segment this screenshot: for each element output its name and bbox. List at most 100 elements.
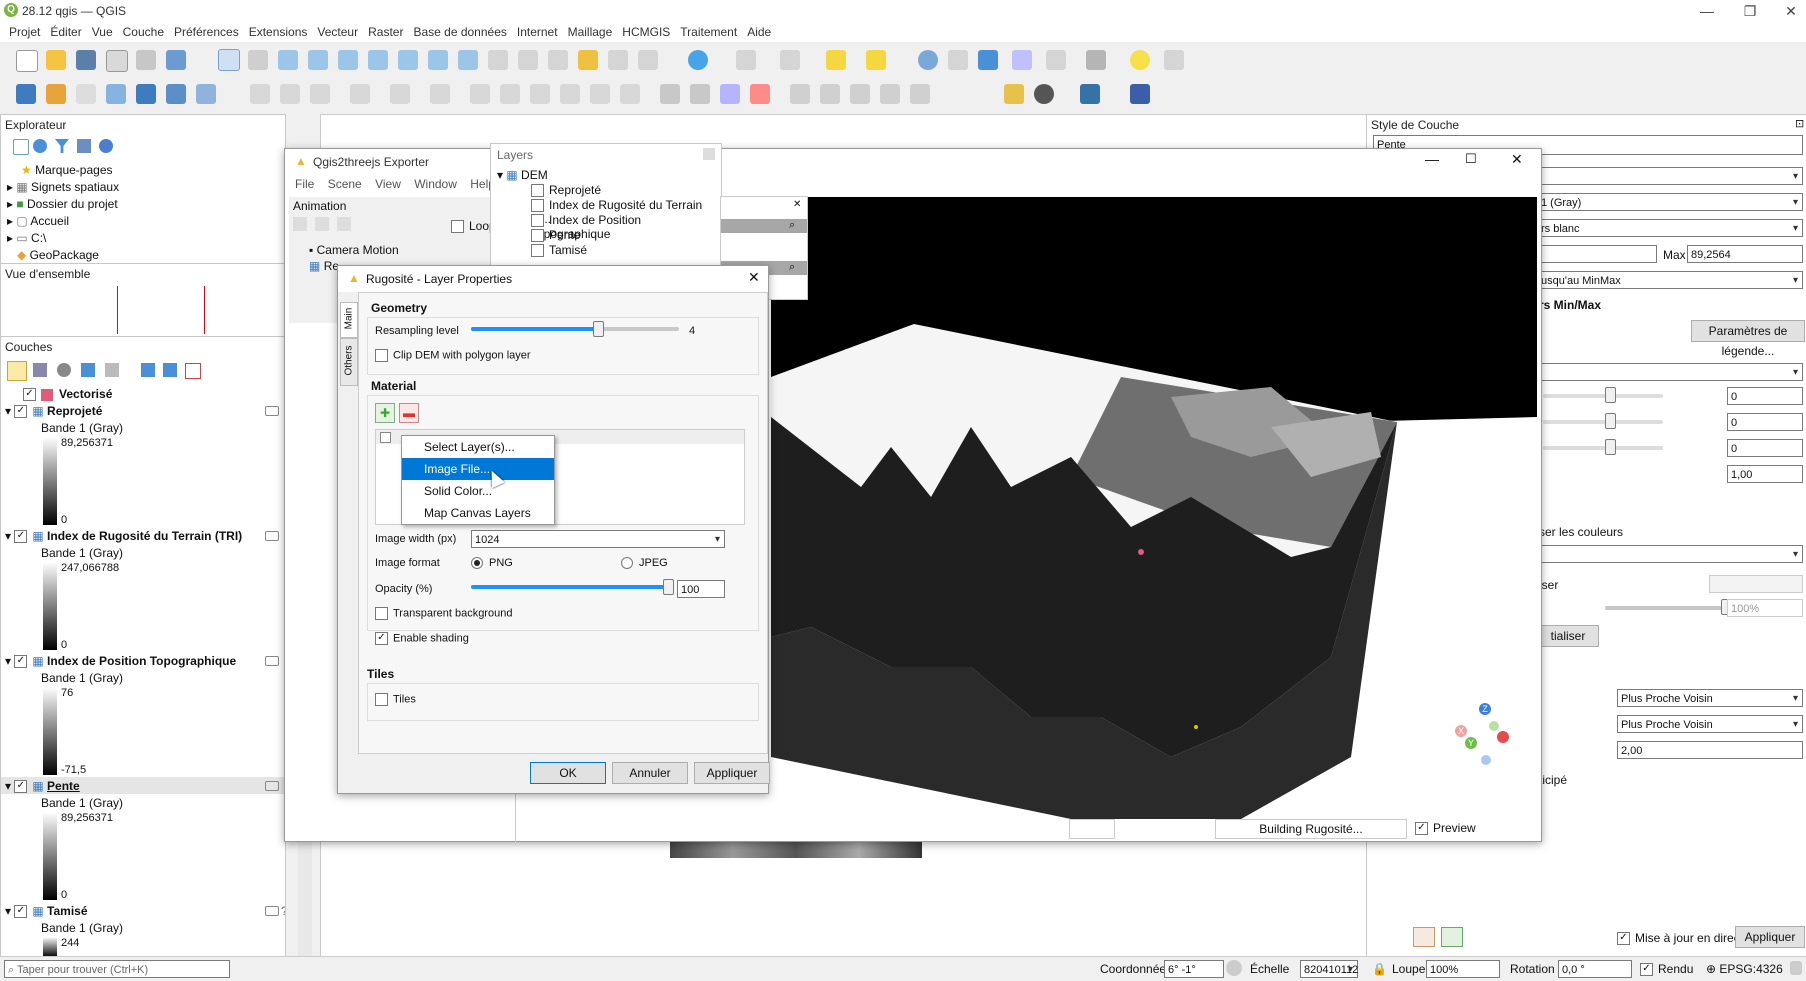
add-material-icon[interactable]: ✚ xyxy=(375,403,395,423)
copy-icon[interactable] xyxy=(530,84,550,104)
zoom-out-icon[interactable] xyxy=(308,50,328,70)
close-icon[interactable]: ✕ xyxy=(1511,151,1523,168)
zoom-out-resampling-combo[interactable]: Plus Proche Voisin xyxy=(1617,715,1803,734)
gamma-spin[interactable]: 1,00 xyxy=(1727,465,1803,483)
layer-group-dem[interactable]: ▾ ▦ DEM xyxy=(497,168,548,182)
diagram-tool-icon[interactable] xyxy=(690,84,710,104)
resampling-slider-handle[interactable] xyxy=(593,321,604,337)
menu-hcmgis[interactable]: HCMGIS xyxy=(617,22,675,42)
panel-close-icon[interactable] xyxy=(703,148,715,160)
add-mesh-layer-icon[interactable] xyxy=(196,84,216,104)
menu-projet[interactable]: Projet xyxy=(4,22,45,42)
transparent-background-checkbox[interactable]: Transparent background xyxy=(375,607,512,620)
oversampling-spin[interactable]: 2,00 xyxy=(1617,741,1803,759)
tiles-checkbox[interactable]: Tiles xyxy=(375,693,416,706)
layer-visibility-checkbox[interactable] xyxy=(23,388,36,402)
statistics-sigma-icon[interactable] xyxy=(1012,50,1032,70)
menu-internet[interactable]: Internet xyxy=(512,22,563,42)
axis-z-icon[interactable]: Z xyxy=(1479,703,1491,715)
pan-selection-icon[interactable] xyxy=(248,50,268,70)
bookmark-icon[interactable] xyxy=(578,50,598,70)
embedded-indicator-icon[interactable] xyxy=(265,906,279,916)
layer-visibility-checkbox[interactable] xyxy=(14,655,28,669)
remove-material-icon[interactable]: ▬ xyxy=(399,403,419,423)
menu-base-de-donnees[interactable]: Base de données xyxy=(408,22,511,42)
edit-pencil-icon[interactable] xyxy=(250,84,270,104)
label-abc-icon[interactable] xyxy=(720,84,740,104)
python-console-icon[interactable] xyxy=(1080,84,1100,104)
render-checkbox[interactable]: Rendu xyxy=(1640,962,1693,977)
save-edits-icon[interactable] xyxy=(310,84,330,104)
embedded-indicator-icon[interactable] xyxy=(265,406,279,416)
menu-raster[interactable]: Raster xyxy=(363,22,408,42)
digitize-line-icon[interactable] xyxy=(350,84,370,104)
save-project-icon[interactable] xyxy=(76,50,96,70)
zoom-in-resampling-combo[interactable]: Plus Proche Voisin xyxy=(1617,689,1803,708)
menu-maillage[interactable]: Maillage xyxy=(563,22,618,42)
undo-icon[interactable] xyxy=(590,84,610,104)
gps-tools-icon[interactable] xyxy=(1164,50,1184,70)
toggle-extents-icon[interactable] xyxy=(1226,960,1242,976)
menu-map-canvas-layers[interactable]: Map Canvas Layers xyxy=(402,502,554,524)
magnifier-spin[interactable]: 100% xyxy=(1426,960,1500,978)
menu-vue[interactable]: Vue xyxy=(87,22,118,42)
apply-style-button[interactable]: Appliquer xyxy=(1735,926,1805,948)
min-field[interactable] xyxy=(1537,245,1657,263)
preview-3d-view[interactable]: Z X Y xyxy=(771,197,1537,819)
opacity-slider-handle[interactable] xyxy=(663,579,674,595)
dock-close-icon[interactable]: ⊡ xyxy=(1795,117,1804,130)
brightness-slider-handle[interactable] xyxy=(1605,387,1616,403)
max-field[interactable]: 89,2564 xyxy=(1687,245,1803,263)
menu-file[interactable]: File xyxy=(295,177,314,191)
band-combo[interactable]: 1 (Gray) xyxy=(1537,193,1803,212)
axes-gizmo[interactable]: Z X Y xyxy=(1453,701,1523,771)
tree-home[interactable]: ▸ ▢ Accueil xyxy=(7,214,69,228)
crs-button[interactable]: ⊕ EPSG:4326 xyxy=(1706,962,1783,976)
close-icon[interactable]: ✕ xyxy=(748,269,760,286)
deselect-icon[interactable] xyxy=(826,50,846,70)
layer-pente[interactable]: ▾ ▦ Pente xyxy=(5,779,80,794)
menu-view[interactable]: View xyxy=(375,177,401,191)
filter-icon[interactable] xyxy=(55,139,69,153)
strip-close-icon[interactable]: ✕ xyxy=(793,199,801,210)
minimize-icon[interactable]: — xyxy=(1692,1,1722,21)
preview-checkbox[interactable]: Preview xyxy=(1415,821,1476,836)
field-calculator-icon[interactable] xyxy=(1046,50,1066,70)
axis-neg-x-icon[interactable] xyxy=(1497,731,1509,743)
menu-extensions[interactable]: Extensions xyxy=(244,22,313,42)
menu-window[interactable]: Window xyxy=(414,177,457,191)
colorize-color[interactable] xyxy=(1709,575,1803,593)
manage-visibility-icon[interactable] xyxy=(57,363,71,377)
tree-geopackage[interactable]: ◆ GeoPackage xyxy=(7,248,99,262)
style-manager-icon[interactable] xyxy=(166,50,186,70)
axis-neg-y-icon[interactable] xyxy=(1489,721,1499,731)
image-width-combo[interactable]: 1024 xyxy=(471,530,725,549)
reset-button[interactable]: tialiser xyxy=(1537,625,1599,647)
edit-keyframe-icon[interactable] xyxy=(315,217,329,231)
menu-scene[interactable]: Scene xyxy=(328,177,362,191)
expand-all-icon[interactable] xyxy=(141,363,155,377)
live-update-checkbox[interactable]: Mise à jour en direct xyxy=(1617,931,1743,946)
move-label-icon[interactable] xyxy=(850,84,870,104)
delete-selected-icon[interactable] xyxy=(470,84,490,104)
temporal-controller-icon[interactable] xyxy=(638,50,658,70)
ok-button[interactable]: OK xyxy=(530,762,606,784)
remove-keyframe-icon[interactable] xyxy=(337,217,351,231)
axis-y-icon[interactable]: Y xyxy=(1465,737,1477,749)
axis-neg-z-icon[interactable] xyxy=(1481,755,1491,765)
add-group-icon[interactable] xyxy=(33,363,47,377)
close-icon[interactable]: ✕ xyxy=(1776,1,1806,21)
layers-scrollbar[interactable] xyxy=(298,840,312,956)
loop-checkbox[interactable]: Loop xyxy=(451,219,496,234)
filter-expression-icon[interactable] xyxy=(105,363,119,377)
tree-layer-item[interactable]: ▦ Re xyxy=(309,259,339,273)
data-source-manager-icon[interactable] xyxy=(16,84,36,104)
legend-settings-button[interactable]: Paramètres de légende... xyxy=(1691,320,1805,358)
add-selected-icon[interactable] xyxy=(13,139,29,155)
material-row-checkbox[interactable] xyxy=(380,432,391,443)
menu-traitement[interactable]: Traitement xyxy=(675,22,742,42)
locator-search[interactable]: ⌕ Taper pour trouver (Ctrl+K) xyxy=(4,960,230,978)
zoom-selection-icon[interactable] xyxy=(368,50,388,70)
collapse-all-icon[interactable] xyxy=(77,139,91,153)
menu-editer[interactable]: Éditer xyxy=(45,22,86,42)
